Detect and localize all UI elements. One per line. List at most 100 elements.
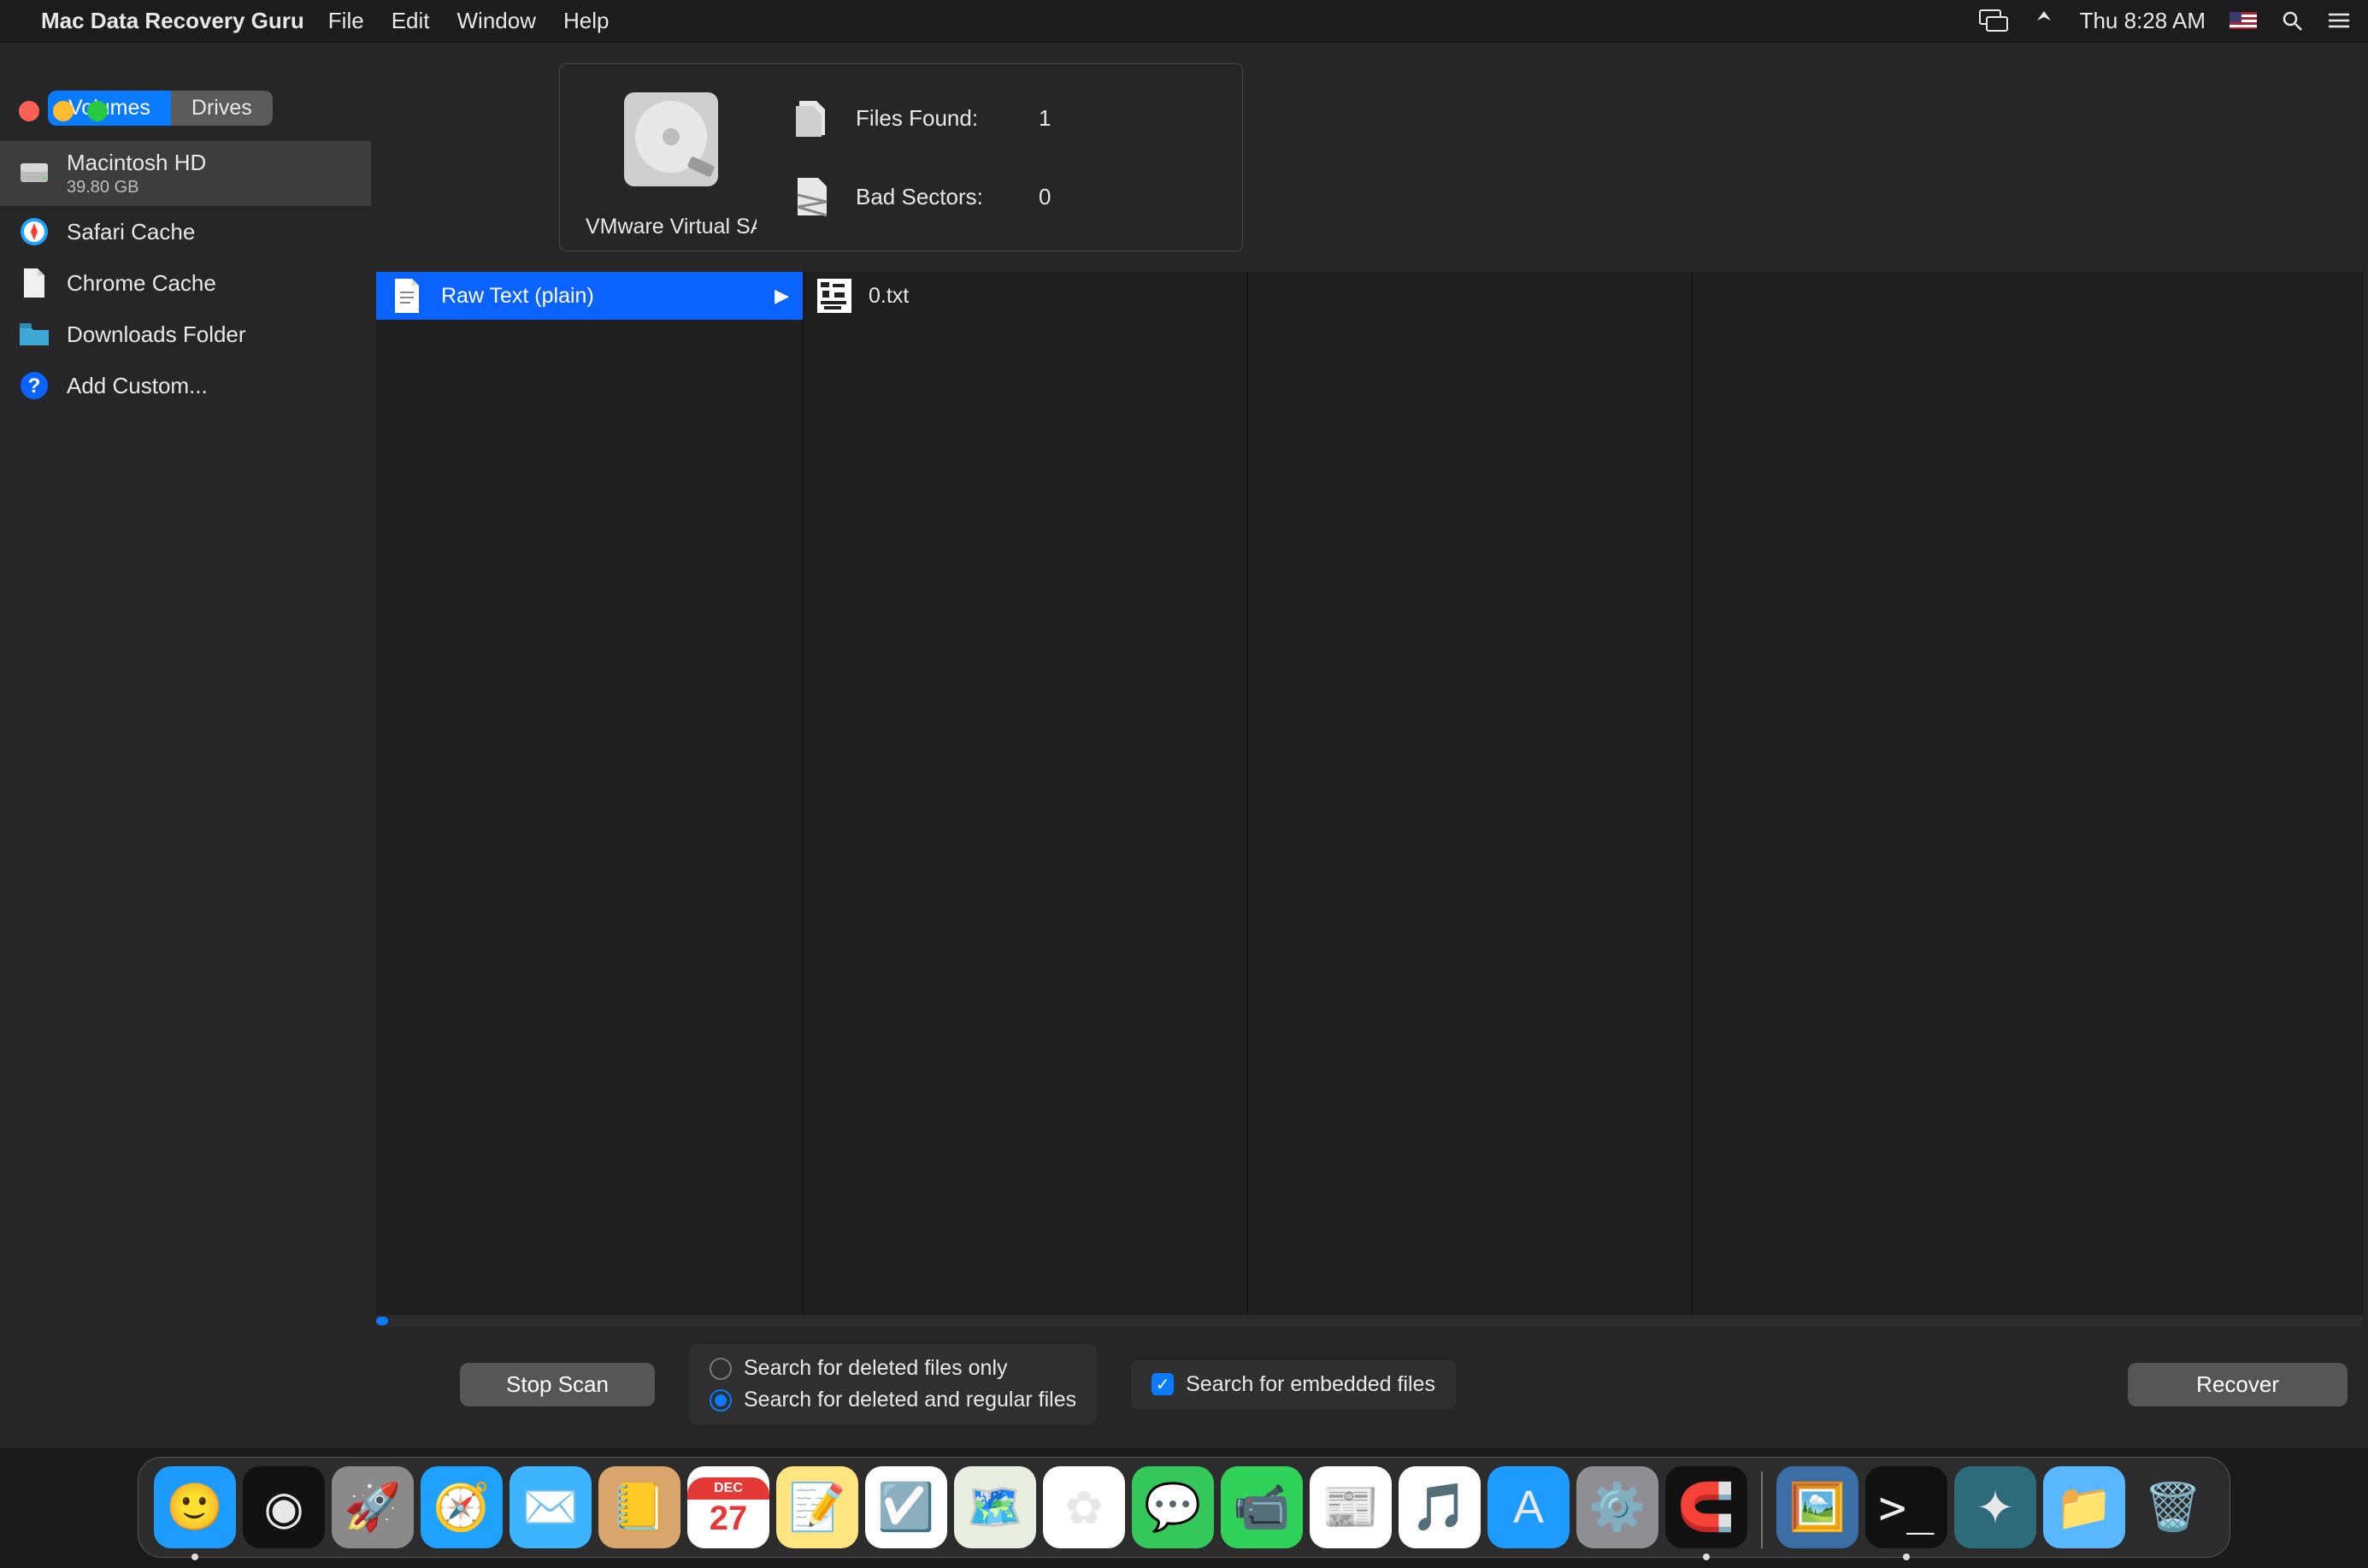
window-controls [0, 85, 108, 121]
spotlight-icon[interactable] [2281, 9, 2303, 32]
radio-icon [710, 1358, 732, 1380]
stop-scan-button[interactable]: Stop Scan [460, 1363, 655, 1406]
dock-calendar[interactable]: DEC27 [687, 1466, 769, 1548]
sidebar-item-label: Safari Cache [67, 219, 195, 245]
sidebar-item-macintosh-hd[interactable]: Macintosh HD 39.80 GB [0, 141, 371, 206]
menubar: Mac Data Recovery Guru File Edit Window … [0, 0, 2368, 41]
screen-mirror-icon[interactable] [1979, 9, 2008, 32]
zoom-button[interactable] [87, 101, 108, 121]
close-button[interactable] [19, 101, 39, 121]
sidebar-item-safari-cache[interactable]: Safari Cache [0, 206, 371, 257]
minimize-button[interactable] [53, 101, 74, 121]
search-mode-group: Search for deleted files only Search for… [689, 1344, 1097, 1424]
radio-icon [710, 1389, 732, 1412]
safari-icon [17, 215, 51, 249]
dock-trash[interactable]: 🗑️ [2132, 1466, 2214, 1548]
check-label: Search for embedded files [1186, 1372, 1435, 1397]
bad-sectors-label: Bad Sectors: [856, 184, 1018, 210]
sidebar-item-label: Macintosh HD [67, 150, 206, 176]
sidebar: Volumes Drives Macintosh HD 39.80 GB [0, 43, 371, 1448]
dock-finder[interactable]: 🙂 [154, 1466, 236, 1548]
dock-unknown-app[interactable]: ✦ [1954, 1466, 2036, 1548]
progress-scrollbar[interactable] [376, 1315, 2363, 1327]
sidebar-item-add-custom[interactable]: ? Add Custom... [0, 360, 371, 411]
dock-downloads-stack[interactable]: 📁 [2043, 1466, 2125, 1548]
tab-drives[interactable]: Drives [171, 91, 273, 126]
dock-recovery-guru[interactable]: 🧲 [1665, 1466, 1747, 1548]
bad-sectors-value: 0 [1039, 184, 1051, 210]
main-area: VMware Virtual SATA H Files Found: 1 [371, 43, 2368, 1448]
column-item-file[interactable]: 0.txt [804, 272, 1247, 320]
dock-siri[interactable]: ◉ [243, 1466, 325, 1548]
dock-reminders[interactable]: ☑️ [865, 1466, 947, 1548]
dock-messages[interactable]: 💬 [1132, 1466, 1214, 1548]
embedded-group: ✓ Search for embedded files [1131, 1360, 1456, 1409]
sidebar-item-sublabel: 39.80 GB [67, 178, 206, 197]
dock-preview[interactable]: 🖼️ [1776, 1466, 1858, 1548]
menu-help[interactable]: Help [563, 8, 609, 34]
sidebar-item-downloads[interactable]: Downloads Folder [0, 309, 371, 360]
dock-news[interactable]: 📰 [1310, 1466, 1392, 1548]
files-found-value: 1 [1039, 105, 1051, 132]
radio-deleted-only[interactable]: Search for deleted files only [710, 1353, 1076, 1384]
radio-label: Search for deleted and regular files [744, 1388, 1076, 1412]
column-3[interactable] [1248, 272, 1693, 1315]
drive-label: VMware Virtual SATA H [586, 215, 757, 239]
dock-safari[interactable]: 🧭 [421, 1466, 503, 1548]
radio-label: Search for deleted files only [744, 1356, 1008, 1381]
column-item-label: 0.txt [869, 284, 909, 309]
column-1[interactable]: Raw Text (plain) ▶ [376, 272, 804, 1315]
chevron-right-icon: ▶ [775, 285, 789, 307]
menu-window[interactable]: Window [457, 8, 536, 34]
dock-mail[interactable]: ✉️ [510, 1466, 592, 1548]
menu-file[interactable]: File [328, 8, 364, 34]
drive-icon [607, 75, 735, 208]
menu-edit[interactable]: Edit [392, 8, 430, 34]
recover-button[interactable]: Recover [2128, 1363, 2347, 1406]
status-icon[interactable] [2032, 9, 2056, 32]
app-window: Volumes Drives Macintosh HD 39.80 GB [0, 43, 2368, 1448]
noise-file-icon [817, 279, 851, 313]
dock-appstore[interactable]: A [1487, 1466, 1570, 1548]
input-source-icon[interactable] [2230, 12, 2257, 29]
bad-sectors-row: Bad Sectors: 0 [787, 173, 1051, 221]
column-item-label: Raw Text (plain) [441, 284, 594, 309]
columns-browser: Raw Text (plain) ▶ 0.txt [376, 272, 2363, 1315]
dock-terminal[interactable]: >_ [1865, 1466, 1947, 1548]
control-center-icon[interactable] [2327, 11, 2351, 30]
dock-photos[interactable]: ✿ [1043, 1466, 1125, 1548]
files-found-label: Files Found: [856, 105, 1018, 132]
dock-separator [1761, 1471, 1763, 1548]
clock[interactable]: Thu 8:28 AM [2080, 8, 2206, 34]
column-item-raw-text[interactable]: Raw Text (plain) ▶ [376, 272, 803, 320]
column-4[interactable] [1693, 272, 2363, 1315]
check-embedded[interactable]: ✓ Search for embedded files [1152, 1369, 1435, 1400]
radio-deleted-regular[interactable]: Search for deleted and regular files [710, 1384, 1076, 1416]
checkbox-icon: ✓ [1152, 1373, 1174, 1395]
hdd-icon [17, 156, 51, 191]
sidebar-item-label: Downloads Folder [67, 321, 246, 348]
dock-facetime[interactable]: 📹 [1221, 1466, 1303, 1548]
dock-notes[interactable]: 📝 [776, 1466, 858, 1548]
sidebar-item-chrome-cache[interactable]: Chrome Cache [0, 257, 371, 309]
text-file-icon [390, 279, 424, 313]
sidebar-list: Macintosh HD 39.80 GB Safari Cache Chrom… [0, 141, 371, 411]
files-icon [787, 94, 835, 142]
app-name[interactable]: Mac Data Recovery Guru [41, 8, 304, 34]
files-found-row: Files Found: 1 [787, 94, 1051, 142]
dock: 🙂◉🚀🧭✉️📒DEC27📝☑️🗺️✿💬📹📰🎵A⚙️🧲 🖼️>_✦📁🗑️ [138, 1457, 2230, 1558]
bad-sectors-icon [787, 173, 835, 221]
sidebar-item-label: Chrome Cache [67, 270, 216, 297]
bottom-bar: Stop Scan Search for deleted files only … [371, 1327, 2368, 1448]
folder-icon [17, 317, 51, 351]
dock-music[interactable]: 🎵 [1399, 1466, 1481, 1548]
help-icon: ? [17, 368, 51, 403]
dock-launchpad[interactable]: 🚀 [332, 1466, 414, 1548]
dock-maps[interactable]: 🗺️ [954, 1466, 1036, 1548]
dock-contacts[interactable]: 📒 [598, 1466, 680, 1548]
progress-thumb[interactable] [376, 1317, 388, 1325]
svg-text:?: ? [28, 374, 41, 398]
dock-settings[interactable]: ⚙️ [1576, 1466, 1658, 1548]
column-2[interactable]: 0.txt [804, 272, 1248, 1315]
scan-summary: VMware Virtual SATA H Files Found: 1 [559, 63, 1243, 251]
